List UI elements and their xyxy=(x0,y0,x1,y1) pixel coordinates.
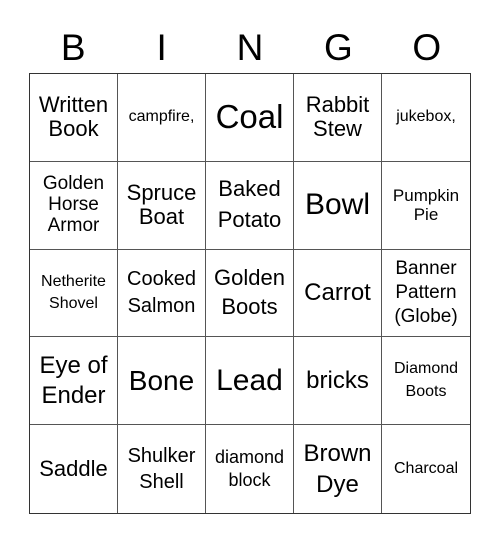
bingo-cell[interactable]: Baked Potato xyxy=(206,161,294,250)
cell-label: Coal xyxy=(215,97,284,135)
bingo-cell[interactable]: Brown Dye xyxy=(294,425,382,513)
cell-label: Golden Boots xyxy=(214,265,285,319)
header-letter-n: N xyxy=(236,26,264,68)
bingo-cell[interactable]: Golden Horse Armor xyxy=(30,161,118,250)
bingo-cell[interactable]: jukebox, xyxy=(382,74,470,162)
cell-label: bricks xyxy=(306,366,369,394)
cell-label: Lead xyxy=(216,363,283,397)
cell-label: Baked Potato xyxy=(217,176,282,233)
bingo-cell[interactable]: Lead xyxy=(206,337,294,426)
bingo-cell[interactable]: Written Book xyxy=(30,74,118,162)
cell-label: Bone xyxy=(128,365,195,397)
bingo-header: B I N G O xyxy=(29,22,471,72)
cell-label: Brown Dye xyxy=(303,439,372,499)
bingo-cell[interactable]: Bone xyxy=(118,337,206,426)
cell-label: Carrot xyxy=(304,278,371,306)
bingo-cell[interactable]: Banner Pattern (Globe) xyxy=(382,250,470,338)
cell-label: Bowl xyxy=(304,188,371,222)
bingo-cell[interactable]: Cooked Salmon xyxy=(118,249,206,338)
bingo-cell[interactable]: campfire, xyxy=(118,74,206,162)
cell-label: Diamond Boots xyxy=(393,360,459,400)
bingo-cell[interactable]: diamond block xyxy=(206,425,294,513)
cell-label: diamond block xyxy=(214,447,285,491)
cell-label: Saddle xyxy=(39,455,108,481)
bingo-board: Written Book campfire, Coal Rabbit Stew … xyxy=(29,73,471,514)
cell-label: Charcoal xyxy=(393,460,459,478)
cell-label: Written Book xyxy=(38,91,109,142)
cell-label: campfire, xyxy=(128,108,195,126)
cell-label: Eye of Ender xyxy=(39,351,108,409)
cell-label: Golden Horse Armor xyxy=(42,172,105,236)
bingo-cell[interactable]: bricks xyxy=(294,337,382,426)
cell-label: Rabbit Stew xyxy=(305,91,370,142)
bingo-cell[interactable]: Shulker Shell xyxy=(118,425,206,513)
cell-label: Netherite Shovel xyxy=(41,272,106,312)
bingo-cell[interactable]: Coal xyxy=(206,74,294,162)
bingo-cell[interactable]: Eye of Ender xyxy=(30,337,118,426)
cell-label: Spruce Boat xyxy=(126,179,197,230)
header-letter-b: B xyxy=(60,26,86,68)
bingo-cell[interactable]: Pumpkin Pie xyxy=(382,162,470,250)
header-letter-o: O xyxy=(412,26,442,68)
header-letter-g: G xyxy=(324,26,353,68)
bingo-cell[interactable]: Rabbit Stew xyxy=(294,74,382,162)
bingo-cell[interactable]: Carrot xyxy=(294,249,382,338)
bingo-cell[interactable]: Spruce Boat xyxy=(118,161,206,250)
bingo-cell[interactable]: Bowl xyxy=(294,161,382,250)
cell-label: jukebox, xyxy=(396,108,456,126)
bingo-cell[interactable]: Saddle xyxy=(30,425,118,513)
cell-label: Shulker Shell xyxy=(127,445,196,494)
bingo-cell[interactable]: Golden Boots xyxy=(206,249,294,338)
cell-label: Cooked Salmon xyxy=(127,267,196,317)
cell-label: Banner Pattern (Globe) xyxy=(394,257,458,328)
bingo-cell[interactable]: Charcoal xyxy=(382,425,470,513)
header-letter-i: I xyxy=(156,26,167,68)
bingo-cell[interactable]: Diamond Boots xyxy=(382,337,470,426)
bingo-cell[interactable]: Netherite Shovel xyxy=(30,249,118,338)
cell-label: Pumpkin Pie xyxy=(392,186,460,225)
